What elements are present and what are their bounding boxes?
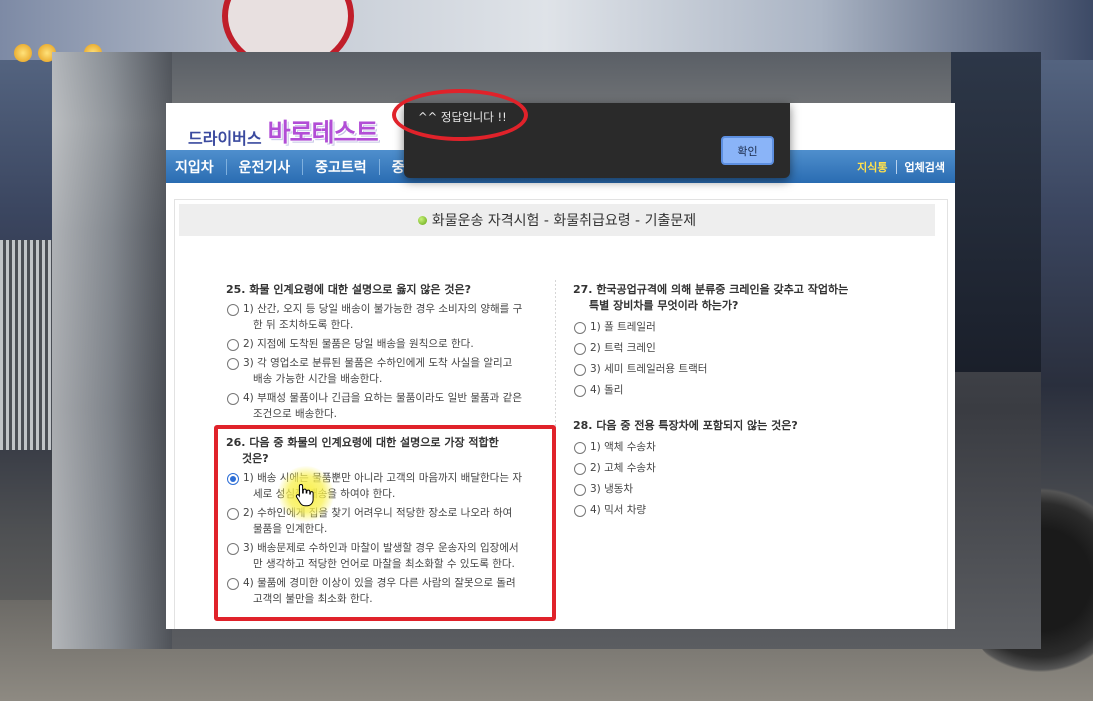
radio-button[interactable] [227,508,239,520]
answer-option[interactable]: 3) 배송문제로 수하인과 마찰이 발생할 경우 운송자의 입장에서 만 생각하… [226,540,546,572]
question-title-line1: 26. 다음 중 화물의 인계요령에 대한 설명으로 가장 적합한 [226,436,499,449]
answer-option[interactable]: 2) 지점에 도착된 물품은 당일 배송을 원칙으로 한다. [226,336,546,352]
nav-item-jiipcha[interactable]: 지입차 [166,158,227,175]
radio-button[interactable] [574,463,586,475]
option-label: 3) 각 영업소로 분류된 물품은 수하인에게 도착 사실을 알리고 배송 가능… [243,357,513,385]
question-26: 26. 다음 중 화물의 인계요령에 대한 설명으로 가장 적합한 것은? 1)… [226,435,546,607]
radio-button[interactable] [574,442,586,454]
question-25: 25. 화물 인계요령에 대한 설명으로 옳지 않은 것은? 1) 산간, 오지… [226,282,546,422]
question-title-line1: 27. 한국공업규격에 의해 분류중 크레인을 갖추고 작업하는 [573,283,849,296]
page-title: 화물운송 자격시험 - 화물취급요령 - 기출문제 [431,213,697,229]
frame-car-right [951,52,1041,372]
answer-option[interactable]: 1) 산간, 오지 등 당일 배송이 불가능한 경우 소비자의 양해를 구 한 … [226,301,546,333]
answer-option[interactable]: 2) 트럭 크레인 [573,340,903,356]
background-trailer [0,0,1093,60]
question-title: 26. 다음 중 화물의 인계요령에 대한 설명으로 가장 적합한 것은? [226,435,546,467]
answer-option[interactable]: 4) 부패성 물품이나 긴급을 요하는 물품이라도 일반 물품과 같은 조건으로… [226,390,546,422]
answer-option[interactable]: 3) 각 영업소로 분류된 물품은 수하인에게 도착 사실을 알리고 배송 가능… [226,355,546,387]
answer-option[interactable]: 4) 믹서 차량 [573,502,903,518]
question-title: 25. 화물 인계요령에 대한 설명으로 옳지 않은 것은? [226,283,471,296]
option-label: 4) 물품에 경미한 이상이 있을 경우 다른 사람의 잘못으로 돌려 고객의 … [243,577,516,605]
answer-option[interactable]: 4) 물품에 경미한 이상이 있을 경우 다른 사람의 잘못으로 돌려 고객의 … [226,575,546,607]
radio-button[interactable] [227,543,239,555]
green-bullet-icon [417,215,427,225]
background-lamp [14,44,32,62]
question-title: 28. 다음 중 전용 특장차에 포함되지 않는 것은? [573,419,798,432]
question-title-line2: 특별 장비차를 무엇이라 하는가? [589,299,739,312]
nav-item-driver[interactable]: 운전기사 [227,158,304,175]
alert-message: ^^ 정답입니다 !! [418,110,507,124]
radio-button[interactable] [574,484,586,496]
option-label: 4) 돌리 [590,384,624,396]
option-label: 4) 부패성 물품이나 긴급을 요하는 물품이라도 일반 물품과 같은 조건으로… [243,392,522,420]
answer-option[interactable]: 4) 돌리 [573,382,903,398]
option-label: 2) 수하인에게 집을 찾기 어려우니 적당한 장소로 나오라 하여 물품을 인… [243,507,513,535]
alert-dialog: ^^ 정답입니다 !! 확인 [404,103,790,178]
answer-option[interactable]: 3) 세미 트레일러용 트랙터 [573,361,903,377]
radio-button[interactable] [227,304,239,316]
logo-small-text: 드라이버스 [188,131,262,148]
answer-option-selected[interactable]: 1) 배송 시에는 물품뿐만 아니라 고객의 마음까지 배달한다는 자 세로 성… [226,470,546,502]
option-label: 2) 지점에 도착된 물품은 당일 배송을 원칙으로 한다. [243,338,474,350]
column-divider [555,280,556,580]
radio-button[interactable] [574,505,586,517]
option-label: 1) 폴 트레일러 [590,321,656,333]
logo-big-text: 바로테스트 [267,119,379,147]
radio-button[interactable] [574,322,586,334]
answer-option[interactable]: 3) 냉동차 [573,481,903,497]
radio-button[interactable] [574,364,586,376]
nav-divider [895,159,897,174]
option-label: 4) 믹서 차량 [590,504,647,516]
answer-option[interactable]: 1) 액체 수송차 [573,439,903,455]
question-28: 28. 다음 중 전용 특장차에 포함되지 않는 것은? 1) 액체 수송차 2… [573,418,903,518]
question-title: 27. 한국공업규격에 의해 분류중 크레인을 갖추고 작업하는 특별 장비차를… [573,282,903,314]
option-label: 3) 냉동차 [590,483,634,495]
option-label: 3) 배송문제로 수하인과 마찰이 발생할 경우 운송자의 입장에서 만 생각하… [243,542,519,570]
nav-item-used-truck[interactable]: 중고트럭 [303,158,380,175]
radio-button[interactable] [574,343,586,355]
radio-button[interactable] [227,339,239,351]
option-label: 1) 배송 시에는 물품뿐만 아니라 고객의 마음까지 배달한다는 자 세로 성… [243,472,522,500]
background-truck-grille [0,240,60,450]
option-label: 2) 트럭 크레인 [590,342,656,354]
nav-company-search-link[interactable]: 업체검색 [905,159,945,175]
option-label: 1) 액체 수송차 [590,441,656,453]
option-label: 2) 고체 수송차 [590,462,656,474]
option-label: 3) 세미 트레일러용 트랙터 [590,363,708,375]
radio-button[interactable] [227,578,239,590]
page-title-bar: 화물운송 자격시험 - 화물취급요령 - 기출문제 [179,204,935,236]
radio-button-checked[interactable] [227,473,239,485]
radio-button[interactable] [227,393,239,405]
alert-ok-button[interactable]: 확인 [721,136,774,165]
option-label: 1) 산간, 오지 등 당일 배송이 불가능한 경우 소비자의 양해를 구 한 … [243,303,523,331]
answer-option[interactable]: 1) 폴 트레일러 [573,319,903,335]
answer-option[interactable]: 2) 수하인에게 집을 찾기 어려우니 적당한 장소로 나오라 하여 물품을 인… [226,505,546,537]
frame-truck-left [52,52,172,649]
answer-option[interactable]: 2) 고체 수송차 [573,460,903,476]
site-logo[interactable]: 드라이버스 바로테스트 [188,113,379,149]
radio-button[interactable] [227,358,239,370]
radio-button[interactable] [574,385,586,397]
question-title-line2: 것은? [242,452,269,465]
question-27: 27. 한국공업규격에 의해 분류중 크레인을 갖추고 작업하는 특별 장비차를… [573,282,903,398]
nav-knowledge-link[interactable]: 지식통 [857,159,887,175]
nav-right-links: 지식통 업체검색 [857,150,945,183]
